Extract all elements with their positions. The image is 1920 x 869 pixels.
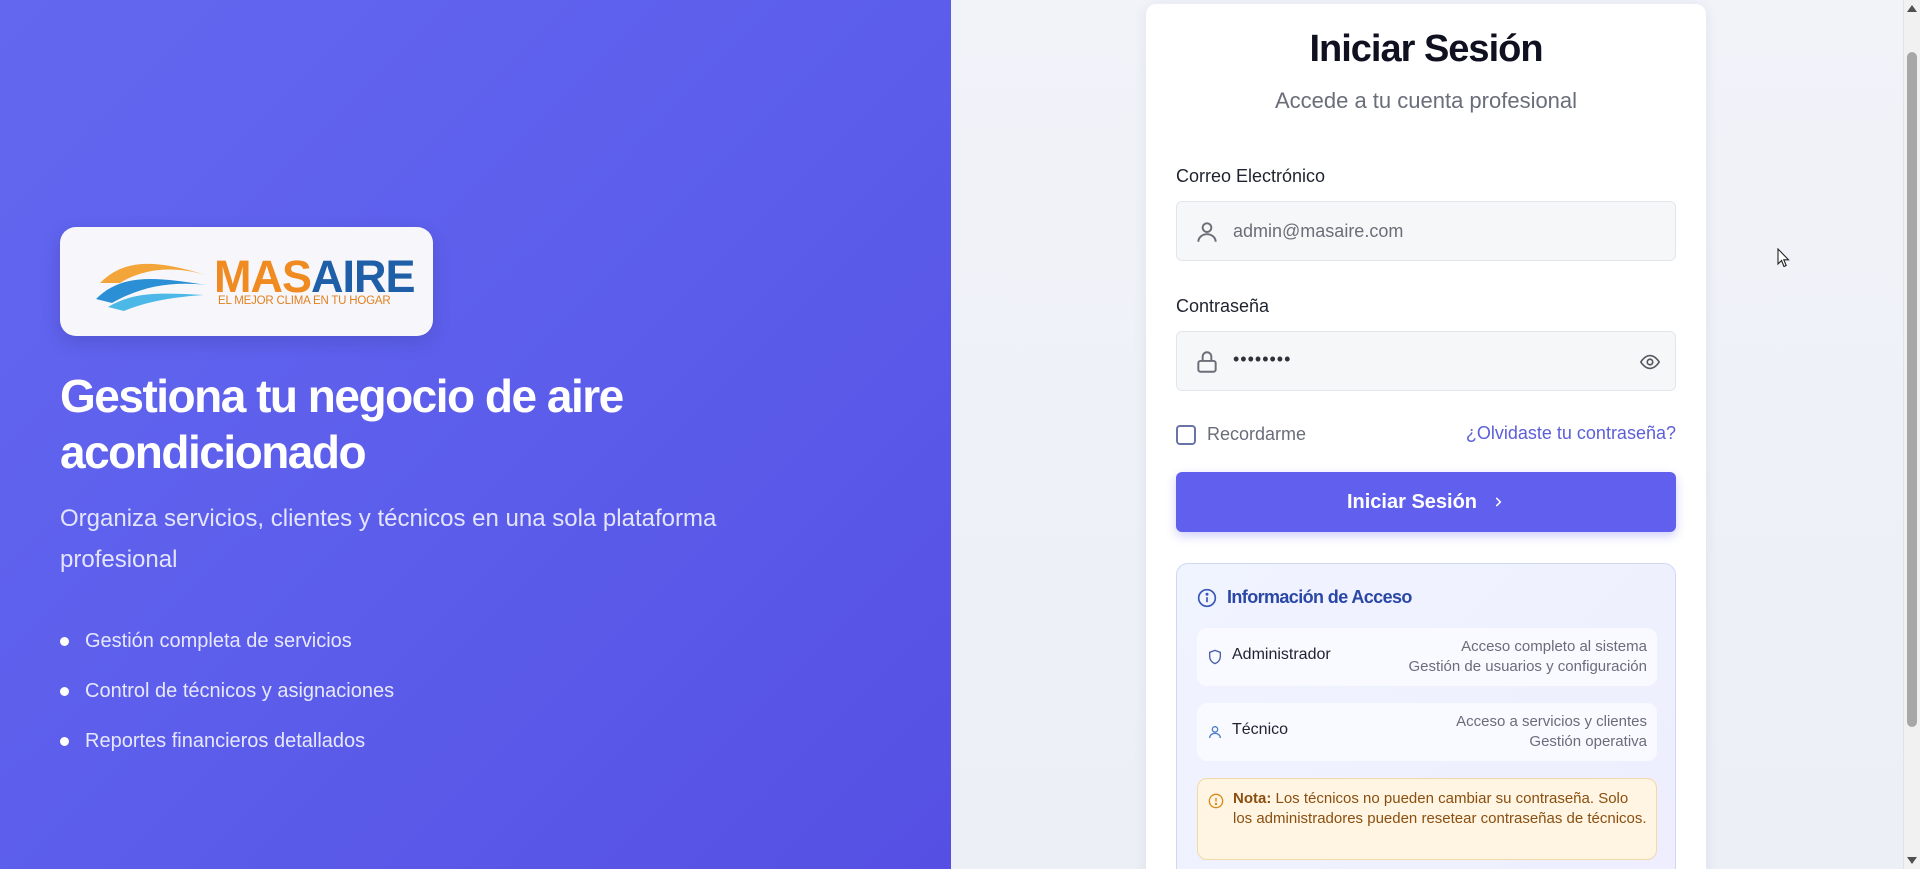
role-description: Acceso a servicios y clientes Gestión op… <box>1456 713 1647 750</box>
remember-label: Recordarme <box>1207 424 1307 444</box>
technician-note: Nota: Los técnicos no pueden cambiar su … <box>1197 778 1657 860</box>
forgot-password-link[interactable]: ¿Olvidaste tu contraseña? <box>1466 423 1676 444</box>
scrollbar-thumb[interactable] <box>1907 52 1917 727</box>
password-label: Contraseña <box>1176 296 1270 316</box>
warning-icon <box>1208 793 1224 809</box>
person-icon <box>1209 726 1221 739</box>
hero-subtitle: Organiza servicios, clientes y técnicos … <box>60 505 717 573</box>
login-subtitle: Accede a tu cuenta profesional <box>1274 88 1578 113</box>
login-title: Iniciar Sesión <box>1309 28 1543 70</box>
eye-icon[interactable] <box>1639 351 1661 373</box>
password-value: •••••••• <box>1233 349 1292 369</box>
feature-list: Gestión completa de servicios Control de… <box>60 616 394 766</box>
logo-tagline: EL MEJOR CLIMA EN TU HOGAR <box>218 295 391 307</box>
cursor-icon <box>1777 248 1790 268</box>
role-description: Acceso completo al sistema Gestión de us… <box>1408 638 1647 675</box>
login-area: Iniciar Sesión Accede a tu cuenta profes… <box>951 0 1903 869</box>
logo-wordmark: MASAIRE <box>214 251 416 302</box>
user-icon <box>1197 222 1217 242</box>
chevron-right-icon <box>1495 497 1502 507</box>
feature-item: Reportes financieros detallados <box>60 716 394 766</box>
role-admin: Administrador Acceso completo al sistema… <box>1197 628 1657 686</box>
bullet-icon <box>60 636 69 646</box>
access-info-title: Información de Acceso <box>1227 587 1412 607</box>
hero-title: Gestiona tu negocio de aire acondicionad… <box>60 370 624 478</box>
role-name: Administrador <box>1232 646 1331 663</box>
info-icon <box>1197 588 1217 607</box>
email-field[interactable]: admin@masaire.com <box>1176 201 1676 261</box>
wave-logo-icon <box>96 263 206 311</box>
password-field[interactable]: •••••••• <box>1176 331 1676 391</box>
feature-item: Gestión completa de servicios <box>60 616 394 666</box>
scroll-down-icon[interactable] <box>1907 857 1917 864</box>
feature-item: Control de técnicos y asignaciones <box>60 666 394 716</box>
bullet-icon <box>60 686 69 696</box>
hero-panel: MASAIRE EL MEJOR CLIMA EN TU HOGAR Gesti… <box>0 0 951 869</box>
remember-checkbox[interactable] <box>1176 424 1196 445</box>
role-technician: Técnico Acceso a servicios y clientes Ge… <box>1197 703 1657 761</box>
scroll-up-icon[interactable] <box>1907 5 1917 12</box>
role-name: Técnico <box>1232 721 1289 738</box>
shield-icon <box>1209 649 1221 665</box>
remember-me[interactable]: Recordarme <box>1176 424 1306 445</box>
login-button-label: Iniciar Sesión <box>1346 490 1478 513</box>
note-text: Nota: Los técnicos no pueden cambiar su … <box>1233 790 1647 827</box>
lock-icon <box>1197 351 1217 373</box>
access-info-panel: Información de Acceso Administrador Acce… <box>1176 563 1676 869</box>
login-button[interactable]: Iniciar Sesión <box>1176 472 1676 532</box>
email-value: admin@masaire.com <box>1233 221 1404 241</box>
logo-card: MASAIRE EL MEJOR CLIMA EN TU HOGAR <box>60 227 433 336</box>
email-label: Correo Electrónico <box>1176 166 1326 186</box>
scrollbar[interactable] <box>1903 0 1920 869</box>
access-info-header: Información de Acceso <box>1197 587 1412 608</box>
bullet-icon <box>60 736 69 746</box>
login-card: Iniciar Sesión Accede a tu cuenta profes… <box>1146 4 1706 869</box>
